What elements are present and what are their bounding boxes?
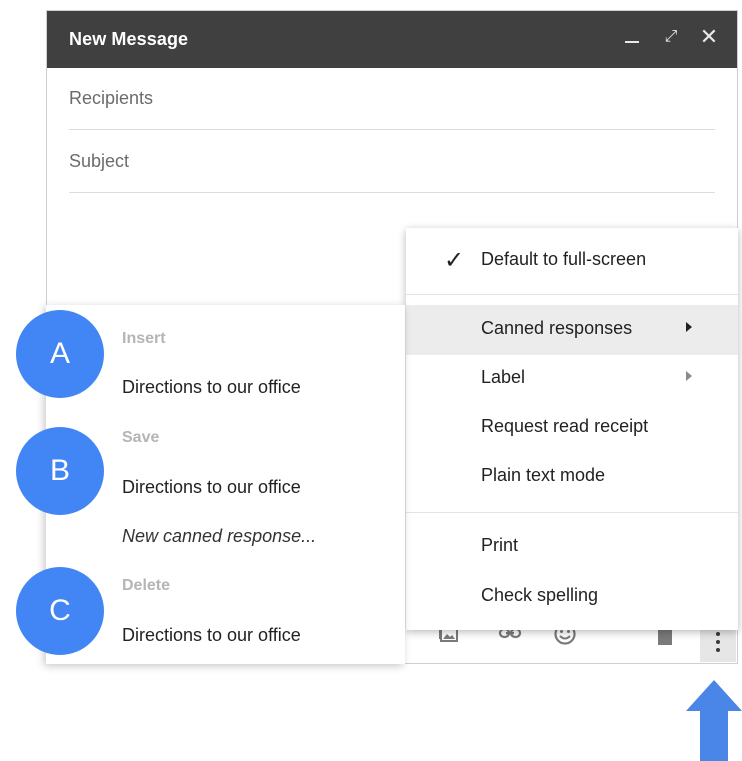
subject-field[interactable]: Subject (69, 131, 715, 193)
compose-titlebar[interactable]: New Message ⤢ ✕ (47, 11, 737, 68)
menu-item-print[interactable]: Print (406, 522, 738, 572)
menu-item-label[interactable]: Label (406, 354, 738, 404)
more-options-menu: ✓ Default to full-screen Canned response… (406, 228, 738, 630)
pointer-arrow-icon (686, 680, 742, 761)
submenu-arrow-icon (686, 371, 692, 381)
new-canned-response-item[interactable]: New canned response... (122, 526, 316, 547)
menu-item-plain-text[interactable]: Plain text mode (406, 452, 738, 502)
insert-directions-item[interactable]: Directions to our office (122, 377, 301, 398)
checkmark-icon: ✓ (444, 247, 465, 274)
delete-directions-item[interactable]: Directions to our office (122, 625, 301, 646)
minimize-icon[interactable] (620, 23, 644, 51)
menu-item-check-spelling[interactable]: Check spelling (406, 572, 738, 622)
menu-divider (406, 512, 738, 513)
delete-header: Delete (122, 577, 171, 594)
recipients-field[interactable]: Recipients (69, 68, 715, 130)
badge-c: C (16, 567, 104, 655)
save-header: Save (122, 429, 160, 446)
menu-divider (406, 294, 738, 295)
submenu-arrow-icon (686, 322, 692, 332)
recipients-placeholder: Recipients (69, 88, 154, 108)
close-icon[interactable]: ✕ (697, 23, 721, 51)
menu-item-read-receipt[interactable]: Request read receipt (406, 403, 738, 453)
badge-a: A (16, 310, 104, 398)
save-directions-item[interactable]: Directions to our office (122, 477, 301, 498)
badge-b: B (16, 427, 104, 515)
expand-icon[interactable]: ⤢ (659, 23, 683, 51)
menu-item-full-screen[interactable]: ✓ Default to full-screen (406, 236, 738, 286)
menu-item-canned-responses[interactable]: Canned responses (406, 305, 738, 355)
subject-placeholder: Subject (69, 151, 130, 171)
insert-header: Insert (122, 330, 166, 347)
compose-title: New Message (69, 29, 189, 49)
